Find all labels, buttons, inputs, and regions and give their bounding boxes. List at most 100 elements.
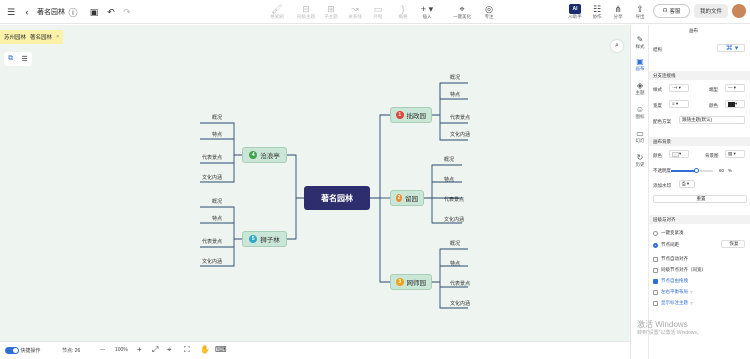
- radio[interactable]: [653, 242, 658, 248]
- menu-icon[interactable]: ☰: [4, 5, 18, 19]
- avatar[interactable]: [732, 4, 746, 18]
- insert-button[interactable]: + ▾ 插入: [416, 0, 438, 24]
- subtopic-node[interactable]: 特点: [450, 259, 460, 268]
- zoom-in-button[interactable]: +: [137, 345, 142, 354]
- document-title[interactable]: 著名园林: [37, 7, 65, 17]
- tab-theme[interactable]: ◈ 主题: [631, 81, 649, 96]
- subtopic-node[interactable]: 代表景点: [444, 195, 464, 204]
- mindmap-view-icon[interactable]: ⧉: [8, 55, 13, 63]
- subtopic-node[interactable]: 文化内涵: [450, 130, 470, 139]
- tab-history[interactable]: ↻ 历史: [631, 153, 649, 168]
- structure-select[interactable]: ⌘ ▾: [717, 44, 745, 52]
- help-icon[interactable]: ?: [690, 290, 693, 295]
- close-icon[interactable]: ×: [56, 34, 59, 40]
- subtopic-node[interactable]: 代表景点: [450, 113, 470, 122]
- slider-handle[interactable]: [694, 168, 699, 173]
- ai-assistant-button[interactable]: AI AI助手: [565, 0, 585, 24]
- subtopic-node[interactable]: 代表景点: [202, 153, 222, 162]
- bg-section-header[interactable]: 画布背景: [649, 137, 750, 146]
- share-button[interactable]: ⋔ 分享: [609, 0, 627, 24]
- export-button[interactable]: ⇪ 导出: [631, 0, 649, 24]
- fit-screen-icon[interactable]: ⤢: [152, 345, 158, 355]
- info-icon[interactable]: ⓘ: [66, 5, 80, 19]
- format-painter-button[interactable]: 🖌 格式刷: [266, 0, 288, 24]
- bg-color-select[interactable]: ▾: [669, 150, 689, 158]
- toggle-switch[interactable]: [5, 347, 19, 355]
- fullscreen-icon[interactable]: ⛶: [184, 345, 190, 355]
- hand-icon[interactable]: ✋: [200, 345, 210, 354]
- subtopic-node[interactable]: 文化内涵: [444, 215, 464, 224]
- balance-option[interactable]: 左右平衡布局?: [653, 289, 693, 295]
- tab-canvas[interactable]: ▣ 画布: [631, 57, 649, 72]
- subtopic-node[interactable]: 概况: [444, 155, 454, 164]
- opacity-slider[interactable]: [671, 168, 713, 173]
- quick-actions-toggle[interactable]: 快捷操作: [5, 347, 40, 355]
- subtopic-node[interactable]: 文化内涵: [202, 173, 222, 182]
- subtopic-node[interactable]: 文化内涵: [450, 299, 470, 308]
- checkbox[interactable]: [653, 300, 658, 306]
- compact-option[interactable]: 一键变紧凑: [653, 230, 684, 236]
- zoom-out-button[interactable]: —: [100, 347, 105, 353]
- sibling-topic-button[interactable]: ⊟ 同级主题: [295, 0, 317, 24]
- back-arrow-icon[interactable]: ‹: [20, 5, 34, 19]
- child-topic-button[interactable]: ⊞ 子主题: [320, 0, 342, 24]
- service-button[interactable]: ☊ 客服: [653, 4, 690, 18]
- beautify-button[interactable]: ⌖ 一键美化: [449, 0, 475, 24]
- topic-node[interactable]: 5 狮子林: [242, 231, 287, 247]
- locate-icon[interactable]: ⌖: [167, 345, 172, 355]
- spacing-option[interactable]: 节点间距: [653, 242, 679, 248]
- root-topic[interactable]: 著名园林: [304, 186, 370, 210]
- help-icon[interactable]: ?: [690, 301, 693, 306]
- relation-button[interactable]: ↝ 关系线: [344, 0, 366, 24]
- outline-button[interactable]: } 概要: [392, 0, 414, 24]
- tab-icons[interactable]: ☺ 图标: [631, 105, 649, 120]
- breadcrumb-item[interactable]: 苏州园林: [4, 33, 26, 41]
- same-width-option[interactable]: 同级节点对齐（同宽）: [653, 267, 706, 273]
- restore-button[interactable]: 恢复: [721, 240, 745, 248]
- tab-style[interactable]: ✎ 样式: [631, 35, 649, 50]
- topic-node[interactable]: 2 留园: [390, 190, 424, 206]
- layout-section-header[interactable]: 层级与对齐: [649, 215, 750, 224]
- branch-section-header[interactable]: 分支连接线: [649, 71, 750, 80]
- breadcrumb-item[interactable]: 著名园林: [30, 33, 52, 41]
- summary-button[interactable]: ▭ 外框: [367, 0, 389, 24]
- subtopic-node[interactable]: 概况: [450, 239, 460, 248]
- free-drag-option[interactable]: 节点自由拖拽: [653, 278, 688, 284]
- tab-slides[interactable]: ▭ 幻灯: [631, 129, 649, 144]
- radio[interactable]: [653, 230, 658, 236]
- save-icon[interactable]: ▣: [87, 5, 101, 19]
- subtopic-node[interactable]: 代表景点: [202, 237, 222, 246]
- reset-button[interactable]: 重置: [653, 195, 747, 203]
- checkbox[interactable]: [653, 289, 658, 295]
- topic-node[interactable]: 3 网师园: [390, 274, 432, 290]
- line-width-select[interactable]: ≡ ▾: [669, 100, 689, 108]
- line-color-select[interactable]: ▾: [725, 100, 745, 108]
- watermark-select[interactable]: ⎙ ▾: [679, 180, 695, 188]
- zoom-level[interactable]: 100%: [115, 347, 128, 353]
- subtopic-node[interactable]: 特点: [450, 90, 460, 99]
- keyboard-icon[interactable]: ⌨: [215, 345, 227, 354]
- opacity-value[interactable]: 60%: [719, 168, 732, 173]
- subtopic-node[interactable]: 特点: [212, 130, 222, 139]
- collab-button[interactable]: ☷ 协作: [588, 0, 606, 24]
- bg-image-select[interactable]: ▨ ▾: [725, 150, 745, 158]
- undo-icon[interactable]: ↶: [104, 5, 118, 19]
- checkbox[interactable]: [653, 267, 658, 273]
- subtopic-node[interactable]: 概况: [212, 197, 222, 206]
- subtopic-node[interactable]: 代表景点: [450, 279, 470, 288]
- focus-button[interactable]: ◎ 专注: [478, 0, 500, 24]
- my-files-button[interactable]: 我的文件: [694, 4, 728, 18]
- line-end-select[interactable]: — ▾: [725, 84, 745, 92]
- subtopic-node[interactable]: 文化内涵: [202, 257, 222, 266]
- color-scheme-select[interactable]: 跟随主题(默认): [679, 116, 745, 124]
- topic-node[interactable]: 4 沧浪亭: [242, 147, 287, 163]
- checkbox[interactable]: [653, 278, 658, 284]
- subtopic-node[interactable]: 概况: [212, 113, 222, 122]
- subtopic-node[interactable]: 特点: [212, 214, 222, 223]
- checkbox[interactable]: [653, 256, 658, 262]
- search-icon[interactable]: ⌕: [611, 40, 623, 52]
- auto-align-option[interactable]: 节点自动对齐: [653, 256, 688, 262]
- topic-node[interactable]: 1 拙政园: [390, 107, 432, 123]
- theme-shape-option[interactable]: 显示标注主题?: [653, 300, 693, 306]
- line-style-select[interactable]: ·⊣ ▾: [669, 84, 689, 92]
